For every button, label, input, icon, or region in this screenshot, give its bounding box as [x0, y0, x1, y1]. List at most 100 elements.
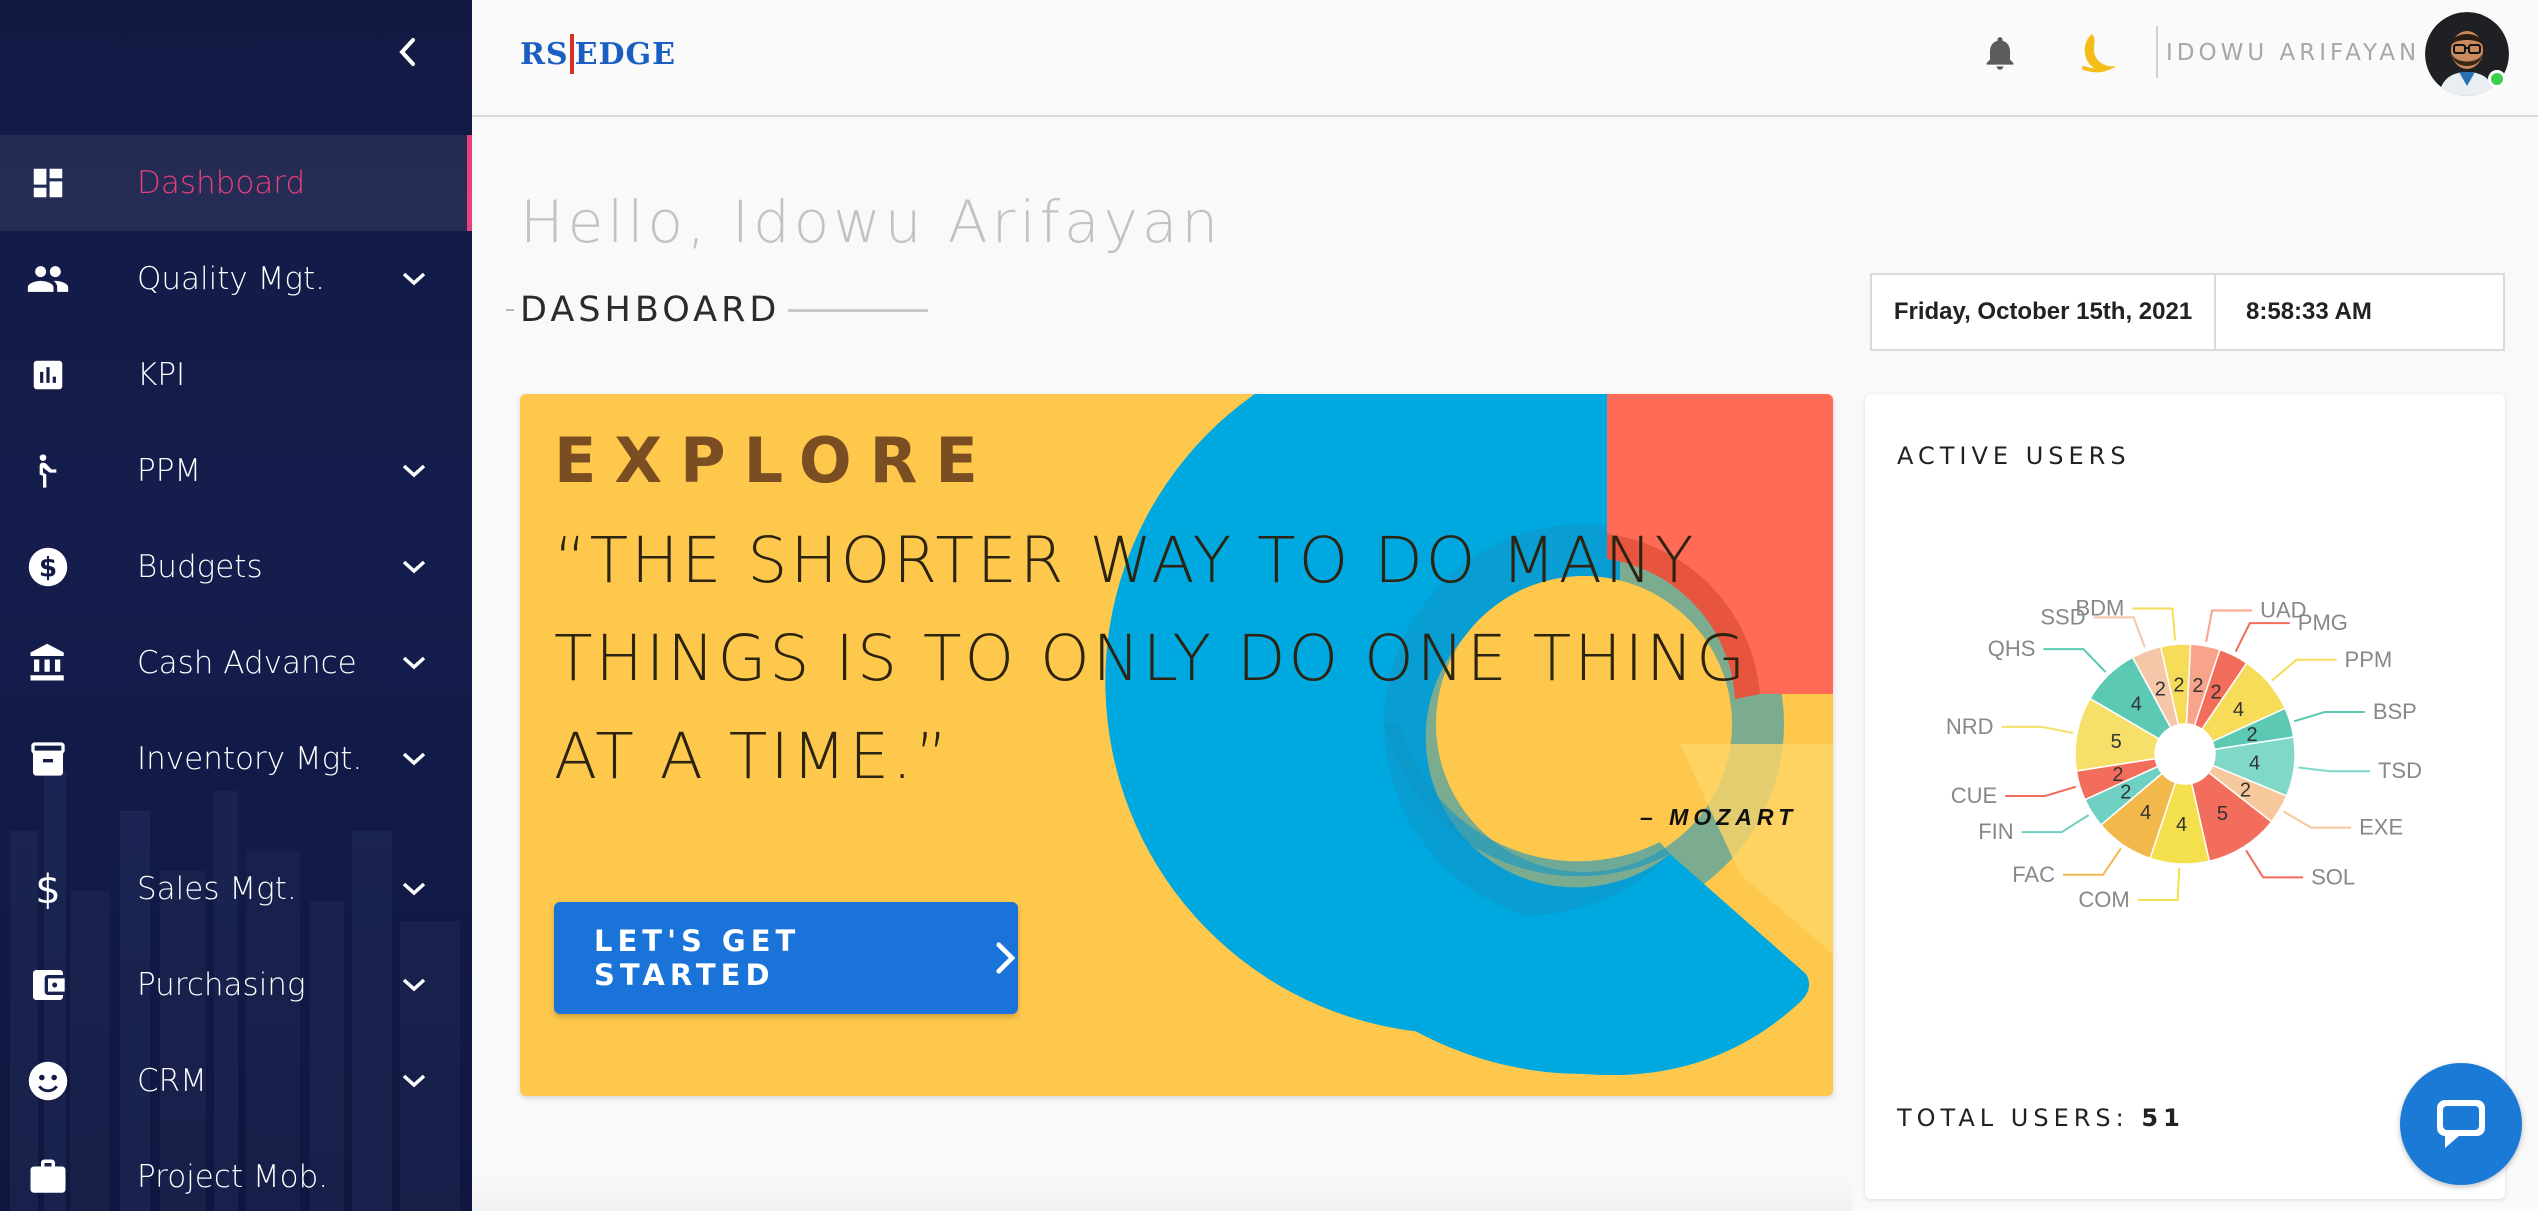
sidebar-item-crm[interactable]: CRM: [0, 1033, 472, 1129]
app-logo[interactable]: RS EDGE: [520, 34, 676, 74]
pie-center-hole: [2155, 724, 2215, 784]
sidebar-item-project-mob[interactable]: Project Mob.: [0, 1129, 472, 1211]
total-users: TOTAL USERS: 51: [1897, 1104, 2185, 1132]
pie-leader-line: [2205, 609, 2253, 643]
chevron-down-icon: [398, 969, 430, 1001]
dollar-circle-icon: $: [26, 545, 70, 589]
sidebar-item-dashboard[interactable]: Dashboard: [0, 135, 472, 231]
briefcase-icon: [26, 1155, 70, 1199]
pie-category-label: SOL: [2311, 864, 2355, 889]
user-name[interactable]: IDOWU ARIFAYAN: [2166, 40, 2420, 66]
pie-leader-line: [2137, 867, 2181, 901]
pie-leader-line: [2043, 648, 2107, 673]
moon-icon: [2082, 34, 2116, 73]
sidebar-item-sales-mgt[interactable]: $ Sales Mgt.: [0, 841, 472, 937]
pie-category-label: COM: [2078, 887, 2129, 912]
chevron-down-icon: [398, 647, 430, 679]
face-icon: [26, 1059, 70, 1103]
sidebar-item-budgets[interactable]: $ Budgets: [0, 519, 472, 615]
pie-leader-line: [2282, 810, 2352, 829]
people-icon: [26, 257, 70, 301]
pie-value-label: 2: [2155, 678, 2166, 700]
current-time: 8:58:33 AM: [2246, 298, 2372, 325]
pie-category-label: BSP: [2373, 699, 2417, 724]
bell-icon: [1986, 37, 2014, 70]
logo-text-left: RS: [520, 36, 569, 72]
bar-chart-icon: [26, 353, 70, 397]
archive-icon: [26, 737, 70, 781]
sidebar-item-kpi[interactable]: KPI: [0, 327, 472, 423]
pie-leader-line: [2245, 849, 2304, 879]
sidebar-item-quality-mgt[interactable]: Quality Mgt.: [0, 231, 472, 327]
pie-category-label: PPM: [2345, 647, 2393, 672]
sidebar-item-label: KPI: [137, 357, 186, 393]
sidebar-item-ppm[interactable]: PPM: [0, 423, 472, 519]
pie-category-label: TSD: [2378, 758, 2422, 783]
get-started-button[interactable]: LET'S GET STARTED: [554, 902, 1018, 1014]
pie-category-label: BDM: [2075, 596, 2124, 621]
chevron-left-icon: [399, 38, 415, 66]
sidebar-item-label: Purchasing: [137, 967, 306, 1003]
pie-leader-line: [2063, 847, 2122, 876]
explore-card: EXPLORE “THE SHORTER WAY TO DO MANY THIN…: [520, 394, 1833, 1096]
pie-category-label: CUE: [1951, 783, 1997, 808]
dollar-icon: $: [26, 867, 70, 911]
sidebar-item-inventory-mgt[interactable]: Inventory Mgt.: [0, 711, 472, 807]
chevron-down-icon: [398, 873, 430, 905]
top-bar: RS EDGE IDOWU ARIFAYAN: [472, 0, 2538, 117]
chevron-down-icon: [398, 455, 430, 487]
sidebar-item-label: Inventory Mgt.: [137, 741, 363, 777]
pie-value-label: 2: [2210, 681, 2221, 703]
pie-leader-line: [2132, 607, 2177, 641]
sidebar-item-label: Quality Mgt.: [137, 261, 325, 297]
header-divider: [2156, 26, 2158, 78]
pie-leader-line: [2001, 725, 2074, 734]
current-date: Friday, October 15th, 2021: [1872, 275, 2216, 349]
pie-category-label: EXE: [2359, 815, 2403, 840]
pie-category-label: PMG: [2298, 610, 2348, 635]
logo-divider: [569, 34, 574, 74]
title-decoration-left: [506, 309, 514, 311]
quote-author: – MOZART: [1640, 804, 1798, 830]
pie-value-label: 4: [2233, 699, 2244, 721]
wallet-icon: [26, 963, 70, 1007]
sidebar-item-label: CRM: [137, 1063, 207, 1099]
svg-text:$: $: [39, 554, 57, 584]
chat-button[interactable]: [2400, 1063, 2522, 1185]
pie-category-label: QHS: [1988, 636, 2036, 661]
pie-leader-line: [2298, 766, 2370, 773]
pie-leader-line: [2271, 658, 2337, 682]
total-users-label: TOTAL USERS:: [1897, 1104, 2129, 1132]
page-title-wrapper: DASHBOARD: [506, 290, 929, 330]
pie-value-label: 2: [2173, 674, 2184, 696]
sidebar-item-label: Sales Mgt.: [137, 871, 297, 907]
logo-text-right: EDGE: [574, 36, 676, 72]
sidebar-item-label: Dashboard: [137, 165, 306, 201]
notifications-button[interactable]: [1980, 30, 2020, 76]
pie-value-label: 5: [2111, 731, 2122, 753]
chevron-down-icon: [398, 263, 430, 295]
sidebar-item-purchasing[interactable]: Purchasing: [0, 937, 472, 1033]
pie-leader-line: [2234, 622, 2290, 653]
get-started-label: LET'S GET STARTED: [594, 924, 801, 992]
chevron-right-icon: [996, 942, 1016, 974]
sidebar-item-label: Budgets: [137, 549, 263, 585]
active-users-title: ACTIVE USERS: [1897, 442, 2131, 470]
title-decoration-right: [788, 308, 929, 312]
pie-value-label: 4: [2140, 802, 2151, 824]
pie-leader-line: [2293, 711, 2365, 723]
pie-leader-line: [2005, 785, 2077, 797]
pie-value-label: 2: [2192, 675, 2203, 697]
theme-toggle-button[interactable]: [2074, 30, 2120, 76]
sidebar-collapse-button[interactable]: [390, 30, 424, 74]
sidebar-item-cash-advance[interactable]: Cash Advance: [0, 615, 472, 711]
pie-leader-line: [2093, 616, 2146, 648]
total-users-value: 51: [2141, 1104, 2185, 1132]
bank-icon: [26, 641, 70, 685]
explore-title: EXPLORE: [554, 424, 996, 497]
sidebar-nav: Dashboard Quality Mgt. KPI PPM $ Budgets…: [0, 135, 472, 1211]
pie-value-label: 2: [2112, 764, 2123, 786]
pie-category-label: FIN: [1978, 819, 2013, 844]
person-walking-icon: [26, 449, 70, 493]
sidebar-item-label: Project Mob.: [137, 1159, 329, 1195]
